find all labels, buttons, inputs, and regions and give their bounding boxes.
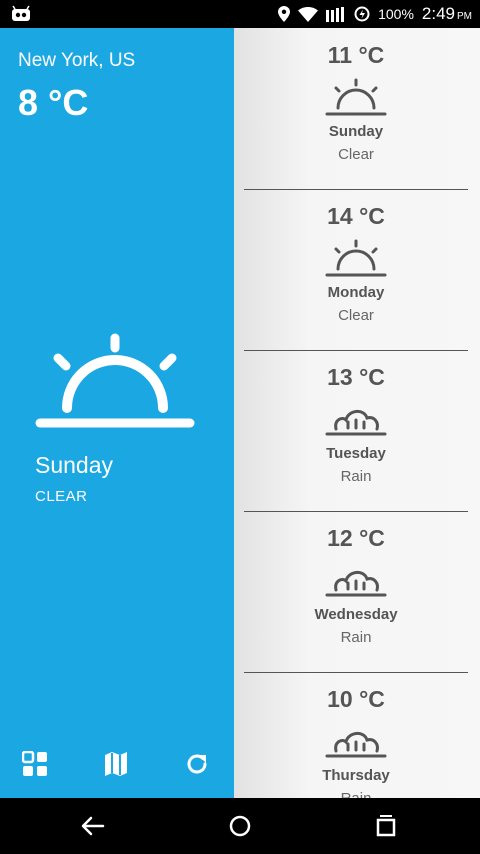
wifi-icon: [298, 6, 319, 22]
forecast-condition: Rain: [340, 629, 372, 646]
rain-cloud-icon: [325, 732, 387, 758]
forecast-item[interactable]: 10 °C Thursday Rain: [244, 672, 468, 798]
rain-cloud-icon: [325, 571, 387, 597]
navigation-bar: [0, 798, 480, 854]
rain-cloud-icon: [325, 410, 387, 436]
sunrise-icon: [325, 239, 387, 277]
forecast-day: Monday: [327, 284, 385, 301]
forecast-temperature: 11 °C: [327, 42, 385, 68]
forecast-condition: Clear: [338, 146, 374, 163]
refresh-button[interactable]: [181, 748, 213, 780]
back-icon[interactable]: [79, 812, 107, 840]
dashboard-icon: [22, 751, 47, 776]
map-button[interactable]: [100, 748, 132, 780]
forecast-temperature: 13 °C: [327, 364, 385, 390]
current-weather-panel: New York, US 8 °C Sunday CLEAR: [0, 28, 234, 798]
forecast-condition: Rain: [244, 790, 468, 798]
current-temperature: 8 °C: [18, 82, 89, 123]
signal-icon: [326, 6, 345, 22]
bottom-toolbar: [0, 748, 234, 788]
recents-icon[interactable]: [372, 812, 400, 840]
forecast-item[interactable]: 12 °C Wednesday Rain: [244, 511, 468, 673]
forecast-day: Tuesday: [326, 445, 386, 462]
forecast-temperature: 12 °C: [327, 525, 385, 551]
forecast-day: Wednesday: [314, 606, 398, 623]
forecast-condition: Rain: [340, 468, 372, 485]
battery-percent: 100%: [378, 6, 414, 22]
current-condition: CLEAR: [35, 488, 88, 505]
sunrise-icon: [35, 333, 195, 428]
weather-app: New York, US 8 °C Sunday CLEAR 11 °C Sun…: [0, 28, 480, 798]
forecast-day: Thursday: [322, 767, 390, 784]
city-name: New York, US: [18, 50, 136, 71]
map-icon: [105, 752, 127, 776]
current-day: Sunday: [35, 452, 114, 478]
home-icon[interactable]: [226, 812, 254, 840]
forecast-temperature: 10 °C: [327, 686, 385, 712]
forecast-item[interactable]: 11 °C Sunday Clear: [244, 28, 468, 190]
forecast-day: Sunday: [328, 123, 384, 140]
refresh-icon: [187, 754, 207, 774]
clock-time: 2:49: [421, 4, 455, 23]
clock: 2:49 PM: [422, 4, 472, 24]
sunrise-icon: [325, 78, 387, 116]
dashboard-button[interactable]: [19, 748, 51, 780]
status-bar: 100% 2:49 PM: [0, 0, 480, 28]
forecast-item[interactable]: 13 °C Tuesday Rain: [244, 350, 468, 512]
forecast-temperature: 14 °C: [327, 203, 385, 229]
data-saver-icon: [354, 6, 370, 22]
forecast-list[interactable]: 11 °C Sunday Clear 14 °C Monday Clear 13…: [234, 28, 480, 798]
location-icon: [278, 6, 291, 22]
forecast-item[interactable]: 14 °C Monday Clear: [244, 189, 468, 351]
clock-ampm: PM: [457, 11, 472, 22]
android-debug-icon: [12, 5, 30, 21]
forecast-condition: Clear: [338, 307, 374, 324]
